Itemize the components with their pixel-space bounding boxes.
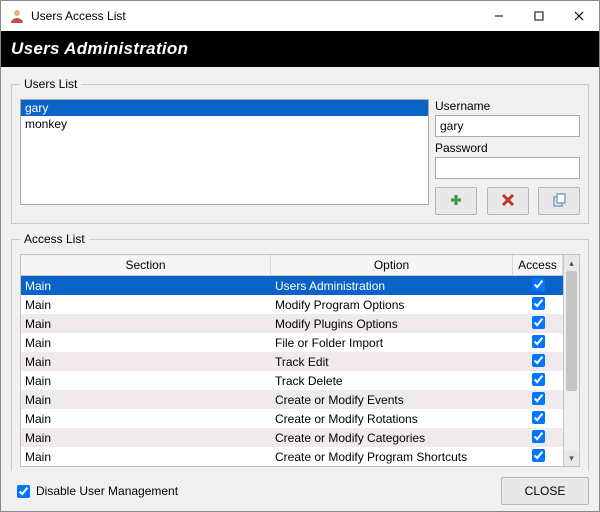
window-title: Users Access List bbox=[31, 9, 126, 23]
access-checkbox[interactable] bbox=[532, 411, 545, 424]
page-banner: Users Administration bbox=[1, 31, 599, 67]
minimize-button[interactable] bbox=[479, 1, 519, 31]
users-list-group: Users List garymonkey Username Password bbox=[11, 77, 589, 224]
cell-section: Main bbox=[21, 450, 271, 464]
cell-option: Create or Modify Rotations bbox=[271, 412, 513, 426]
window: Users Access List Users Administration U… bbox=[0, 0, 600, 512]
cell-option: Track Delete bbox=[271, 374, 513, 388]
access-checkbox[interactable] bbox=[532, 316, 545, 329]
close-button[interactable]: CLOSE bbox=[501, 477, 589, 505]
footer-bar: Disable User Management CLOSE bbox=[1, 471, 599, 511]
access-grid[interactable]: Section Option Access MainUsers Administ… bbox=[20, 254, 580, 467]
header-option[interactable]: Option bbox=[271, 255, 513, 275]
cell-option: Create or Modify Events bbox=[271, 393, 513, 407]
password-input[interactable] bbox=[435, 157, 580, 179]
scroll-down-arrow-icon[interactable]: ▾ bbox=[564, 450, 579, 466]
cell-access bbox=[513, 297, 563, 313]
cell-option: Track Edit bbox=[271, 355, 513, 369]
cell-access bbox=[513, 278, 563, 294]
titlebar: Users Access List bbox=[1, 1, 599, 31]
cell-section: Main bbox=[21, 317, 271, 331]
access-checkbox[interactable] bbox=[532, 335, 545, 348]
grid-row[interactable]: MainCreate or Modify Events bbox=[21, 390, 563, 409]
grid-row[interactable]: MainUsers Administration bbox=[21, 276, 563, 295]
cell-access bbox=[513, 335, 563, 351]
grid-row[interactable]: MainModify Program Options bbox=[21, 295, 563, 314]
grid-row[interactable]: MainModify Plugins Options bbox=[21, 314, 563, 333]
cell-option: Create or Modify Program Shortcuts bbox=[271, 450, 513, 464]
grid-row[interactable]: MainTrack Edit bbox=[21, 352, 563, 371]
delete-x-icon bbox=[501, 193, 515, 210]
grid-row[interactable]: MainFile or Folder Import bbox=[21, 333, 563, 352]
delete-user-button[interactable] bbox=[487, 187, 529, 215]
access-list-group: Access List Section Option Access MainUs… bbox=[11, 232, 589, 471]
access-checkbox[interactable] bbox=[532, 449, 545, 462]
header-access[interactable]: Access bbox=[513, 255, 563, 275]
maximize-button[interactable] bbox=[519, 1, 559, 31]
close-button-label: CLOSE bbox=[525, 484, 566, 498]
access-checkbox[interactable] bbox=[532, 354, 545, 367]
grid-row[interactable]: MainCreate or Modify Rotations bbox=[21, 409, 563, 428]
scroll-track[interactable] bbox=[564, 271, 579, 450]
cell-access bbox=[513, 392, 563, 408]
banner-title: Users Administration bbox=[11, 39, 188, 59]
cell-section: Main bbox=[21, 412, 271, 426]
username-input[interactable] bbox=[435, 115, 580, 137]
cell-section: Main bbox=[21, 279, 271, 293]
cell-access bbox=[513, 449, 563, 465]
access-checkbox[interactable] bbox=[532, 430, 545, 443]
cell-section: Main bbox=[21, 355, 271, 369]
cell-access bbox=[513, 430, 563, 446]
cell-section: Main bbox=[21, 336, 271, 350]
cell-access bbox=[513, 411, 563, 427]
cell-access bbox=[513, 316, 563, 332]
user-fields: Username Password bbox=[435, 99, 580, 215]
disable-user-mgmt-label: Disable User Management bbox=[36, 484, 178, 498]
cell-section: Main bbox=[21, 393, 271, 407]
users-listbox[interactable]: garymonkey bbox=[20, 99, 429, 205]
grid-row[interactable]: MainCreate or Modify Program Shortcuts bbox=[21, 447, 563, 466]
close-window-button[interactable] bbox=[559, 1, 599, 31]
grid-vertical-scrollbar[interactable]: ▴ ▾ bbox=[563, 255, 579, 466]
grid-row[interactable]: MainCreate or Modify Categories bbox=[21, 428, 563, 447]
cell-option: File or Folder Import bbox=[271, 336, 513, 350]
grid-row[interactable]: MainTrack Delete bbox=[21, 371, 563, 390]
cell-access bbox=[513, 373, 563, 389]
copy-user-button[interactable] bbox=[538, 187, 580, 215]
users-list-legend: Users List bbox=[20, 77, 81, 91]
copy-icon bbox=[552, 193, 566, 210]
cell-option: Users Administration bbox=[271, 279, 513, 293]
access-checkbox[interactable] bbox=[532, 373, 545, 386]
access-list-legend: Access List bbox=[20, 232, 89, 246]
cell-option: Modify Plugins Options bbox=[271, 317, 513, 331]
users-list-item[interactable]: monkey bbox=[21, 116, 428, 132]
scroll-up-arrow-icon[interactable]: ▴ bbox=[564, 255, 579, 271]
grid-header: Section Option Access bbox=[21, 255, 563, 276]
access-checkbox[interactable] bbox=[532, 392, 545, 405]
users-list-item[interactable]: gary bbox=[21, 100, 428, 116]
header-section[interactable]: Section bbox=[21, 255, 271, 275]
access-checkbox[interactable] bbox=[532, 297, 545, 310]
cell-access bbox=[513, 354, 563, 370]
access-checkbox[interactable] bbox=[532, 278, 545, 291]
app-icon bbox=[9, 8, 25, 24]
disable-user-mgmt-input[interactable] bbox=[17, 485, 30, 498]
plus-icon bbox=[449, 193, 463, 210]
password-label: Password bbox=[435, 141, 580, 155]
cell-section: Main bbox=[21, 374, 271, 388]
username-label: Username bbox=[435, 99, 580, 113]
cell-section: Main bbox=[21, 298, 271, 312]
add-user-button[interactable] bbox=[435, 187, 477, 215]
scroll-thumb[interactable] bbox=[566, 271, 577, 391]
content-area: Users List garymonkey Username Password bbox=[1, 67, 599, 471]
cell-option: Modify Program Options bbox=[271, 298, 513, 312]
cell-option: Create or Modify Categories bbox=[271, 431, 513, 445]
cell-section: Main bbox=[21, 431, 271, 445]
disable-user-mgmt-checkbox[interactable]: Disable User Management bbox=[17, 484, 178, 498]
